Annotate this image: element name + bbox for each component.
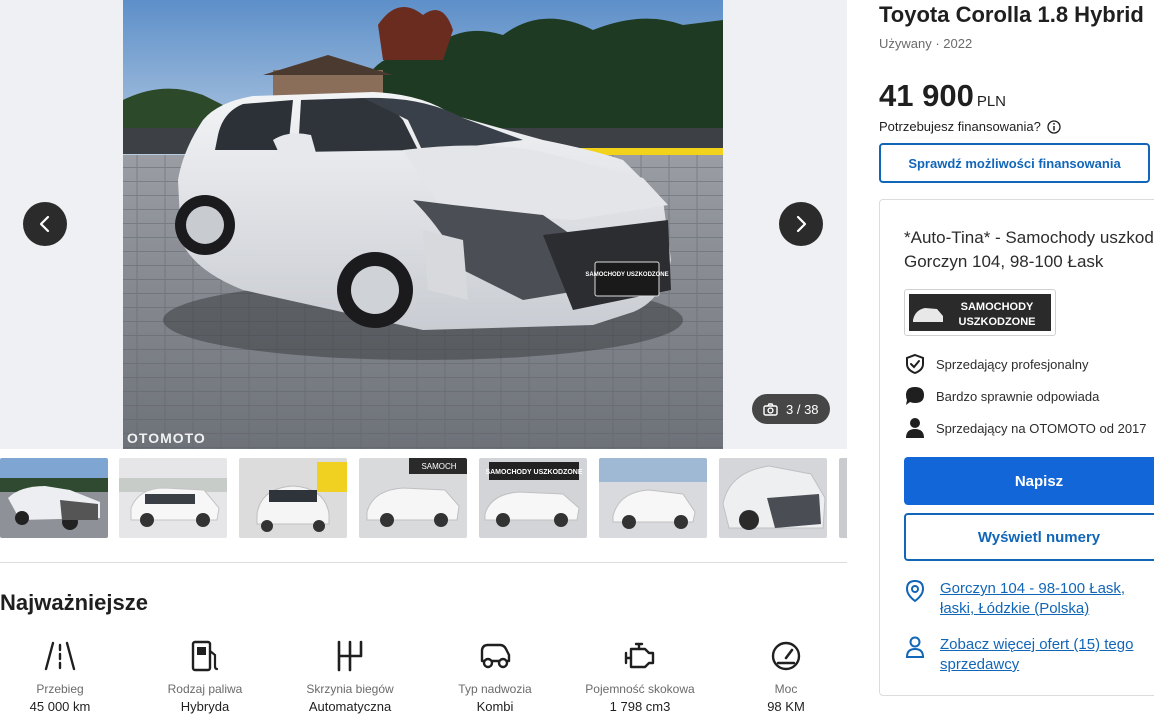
thumbnail[interactable] bbox=[599, 458, 707, 538]
badge-text: Bardzo sprawnie odpowiada bbox=[936, 388, 1100, 404]
seller-location: Gorczyn 104 - 98-100 Łask, łaski, Łódzki… bbox=[904, 579, 1154, 619]
otomoto-watermark: OTOMOTO bbox=[127, 430, 206, 446]
seller-logo-text-2: USZKODZONE bbox=[959, 316, 1036, 328]
seller-name-block: *Auto-Tina* - Samochody uszkodzone Gorcz… bbox=[904, 226, 1154, 274]
listing-subtitle: Używany · 2022 bbox=[879, 36, 973, 51]
user-icon bbox=[906, 418, 924, 438]
previous-photo-button[interactable] bbox=[23, 202, 67, 246]
location-pin-icon bbox=[905, 579, 925, 603]
thumbnail-sign-text: SAMOCH bbox=[421, 462, 456, 471]
write-message-button[interactable]: Napisz bbox=[904, 457, 1154, 505]
speedometer-icon bbox=[771, 641, 801, 671]
thumbnail[interactable] bbox=[839, 458, 847, 538]
photo-counter: 3 / 38 bbox=[752, 394, 830, 424]
finance-question-text: Potrzebujesz finansowania? bbox=[879, 119, 1041, 134]
highlight-body-type: Typ nadwozia Kombi bbox=[435, 638, 555, 714]
seller-logo[interactable]: SAMOCHODY USZKODZONE bbox=[904, 289, 1056, 336]
check-financing-button[interactable]: Sprawdź możliwości finansowania bbox=[879, 143, 1150, 183]
highlight-label: Skrzynia biegów bbox=[306, 682, 394, 696]
highlight-power: Moc 98 KM bbox=[726, 638, 846, 714]
highlight-engine: Pojemność skokowa 1 798 cm3 bbox=[580, 638, 700, 714]
more-offers-link[interactable]: Zobacz więcej ofert (15) tego sprzedawcy bbox=[940, 635, 1154, 675]
seller-address: Gorczyn 104, 98-100 Łask bbox=[904, 252, 1104, 271]
highlight-value: 98 KM bbox=[767, 699, 805, 714]
highlight-label: Pojemność skokowa bbox=[585, 682, 695, 696]
thumbnail[interactable]: SAMOCH bbox=[359, 458, 467, 538]
car-body-icon bbox=[480, 643, 511, 669]
badge-text: Sprzedający na OTOMOTO od 2017 bbox=[936, 420, 1147, 436]
engine-icon bbox=[624, 642, 655, 669]
plate-text: SAMOCHODY USZKODZONE bbox=[585, 272, 668, 278]
gearbox-icon bbox=[337, 640, 363, 672]
seller-logo-text-1: SAMOCHODY bbox=[961, 301, 1034, 313]
next-photo-button[interactable] bbox=[779, 202, 823, 246]
section-divider bbox=[0, 562, 847, 563]
highlight-value: 45 000 km bbox=[29, 699, 91, 714]
user-outline-icon bbox=[905, 636, 925, 658]
seller-name: *Auto-Tina* - Samochody uszkodzone bbox=[904, 228, 1154, 247]
thumbnail[interactable] bbox=[119, 458, 227, 538]
price-amount: 41 900 bbox=[879, 78, 974, 113]
listing-title: Toyota Corolla 1.8 Hybrid bbox=[879, 2, 1144, 27]
camera-icon bbox=[763, 402, 778, 416]
highlights-title: Najważniejsze bbox=[0, 590, 148, 615]
highlight-label: Rodzaj paliwa bbox=[167, 682, 243, 696]
highlight-fuel: Rodzaj paliwa Hybryda bbox=[145, 638, 265, 714]
highlight-mileage: Przebieg 45 000 km bbox=[0, 638, 120, 714]
badge-member-since: Sprzedający na OTOMOTO od 2017 bbox=[904, 417, 1147, 439]
highlight-label: Przebieg bbox=[36, 682, 84, 696]
thumbnail[interactable]: SAMOCHODY USZKODZONE bbox=[479, 458, 587, 538]
highlight-label: Typ nadwozia bbox=[458, 682, 532, 696]
highlight-value: 1 798 cm3 bbox=[609, 699, 671, 714]
thumbnail[interactable] bbox=[0, 458, 108, 538]
highlight-gearbox: Skrzynia biegów Automatyczna bbox=[290, 638, 410, 714]
show-phone-button[interactable]: Wyświetl numery bbox=[904, 513, 1154, 561]
main-photo[interactable]: SAMOCHODY USZKODZONE bbox=[123, 0, 723, 449]
seller-card: *Auto-Tina* - Samochody uszkodzone Gorcz… bbox=[879, 199, 1154, 696]
thumbnail[interactable] bbox=[239, 458, 347, 538]
info-icon[interactable] bbox=[1047, 119, 1061, 134]
highlight-value: Kombi bbox=[476, 699, 514, 714]
photo-counter-text: 3 / 38 bbox=[786, 401, 819, 417]
finance-question: Potrzebujesz finansowania? bbox=[879, 119, 1061, 134]
chevron-left-icon bbox=[39, 215, 50, 233]
photo-gallery: SAMOCHODY USZKODZONE OTOMOTO 3 / 38 bbox=[0, 0, 847, 449]
highlight-value: Automatyczna bbox=[308, 699, 392, 714]
thumbnail-banner-text: SAMOCHODY USZKODZONE bbox=[485, 469, 582, 476]
price-currency: PLN bbox=[976, 93, 1007, 110]
seller-more-offers: Zobacz więcej ofert (15) tego sprzedawcy bbox=[904, 635, 1154, 675]
badge-response: Bardzo sprawnie odpowiada bbox=[904, 385, 1099, 407]
badge-text: Sprzedający profesjonalny bbox=[936, 356, 1089, 372]
chat-bubble-icon bbox=[906, 387, 924, 405]
shield-check-icon bbox=[906, 353, 924, 375]
highlight-label: Moc bbox=[774, 682, 798, 696]
thumbnail-strip: SAMOCH SAMOCHODY USZKODZONE bbox=[0, 458, 847, 538]
listing-price: 41 900 PLN bbox=[879, 78, 1006, 114]
chevron-right-icon bbox=[796, 215, 807, 233]
badge-professional: Sprzedający profesjonalny bbox=[904, 353, 1088, 375]
road-icon bbox=[44, 641, 76, 671]
seller-location-link[interactable]: Gorczyn 104 - 98-100 Łask, łaski, Łódzki… bbox=[940, 579, 1154, 619]
highlight-value: Hybryda bbox=[180, 699, 230, 714]
fuel-pump-icon bbox=[191, 640, 219, 672]
thumbnail[interactable] bbox=[719, 458, 827, 538]
